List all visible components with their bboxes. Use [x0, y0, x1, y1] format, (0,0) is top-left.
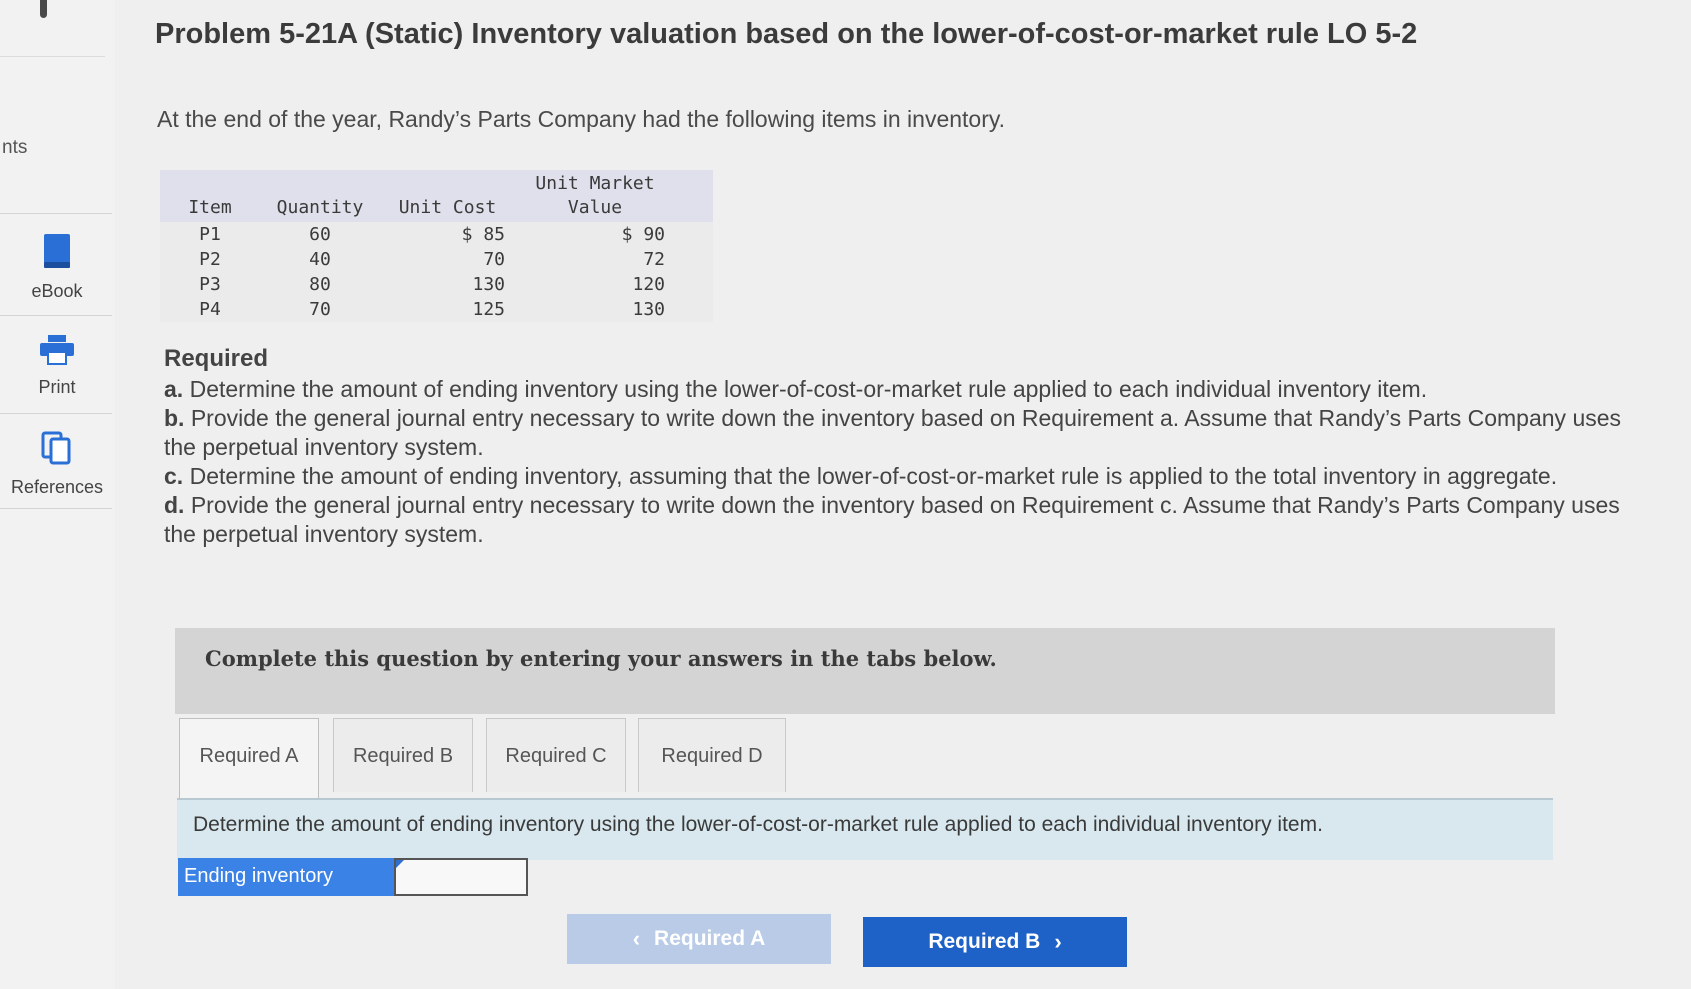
cell-unit-cost: 125 [380, 297, 515, 322]
cell-unit-market: 120 [515, 272, 713, 297]
printer-icon [0, 334, 114, 371]
sidebar-item-label: eBook [31, 281, 83, 301]
col-header-unit-cost: Unit Cost [380, 170, 515, 222]
cell-unit-cost: 70 [380, 247, 515, 272]
cell-item: P2 [160, 247, 260, 272]
col-header-unit-market: Unit Market Value [515, 170, 713, 222]
cell-item: P3 [160, 272, 260, 297]
tab-required-b[interactable]: Required B [333, 718, 473, 792]
requirement-text: Determine the amount of ending inventory… [189, 463, 1558, 489]
instruction-banner-text: Complete this question by entering your … [205, 646, 997, 671]
sidebar-partial-label: nts [2, 137, 28, 158]
requirement-text: Provide the general journal entry necess… [164, 405, 1622, 460]
table-header-row: Item Quantity Unit Cost Unit Market Value [160, 170, 713, 222]
book-icon [0, 232, 114, 275]
cell-unit-market: 72 [515, 247, 713, 272]
tab-required-d[interactable]: Required D [638, 718, 786, 792]
sidebar-item-ebook[interactable]: eBook [0, 232, 114, 302]
cell-item: P1 [160, 222, 260, 247]
requirement-letter: b. [164, 405, 185, 431]
col-header-unit-market-line2: Value [567, 197, 623, 218]
requirement-letter: a. [164, 376, 184, 402]
cell-quantity: 60 [260, 222, 380, 247]
chevron-left-icon: ‹ [632, 926, 641, 951]
sidebar-top-panel [0, 0, 105, 57]
table-row: P2 40 70 72 [160, 247, 713, 272]
col-header-quantity: Quantity [260, 170, 380, 222]
requirement-item: a. Determine the amount of ending invent… [164, 375, 1624, 404]
left-sidebar: nts eBook Print References [0, 0, 115, 989]
table-row: P1 60 $ 85 $ 90 [160, 222, 713, 247]
requirement-item: d. Provide the general journal entry nec… [164, 491, 1624, 549]
ending-inventory-input[interactable] [394, 858, 528, 896]
cell-unit-cost: 130 [380, 272, 515, 297]
prev-required-label: Required A [654, 927, 766, 950]
sidebar-divider [0, 315, 112, 316]
table-row: P4 70 125 130 [160, 297, 713, 322]
problem-intro: At the end of the year, Randy’s Parts Co… [157, 106, 1006, 132]
sidebar-item-label: Print [38, 377, 76, 397]
sidebar-divider [0, 413, 112, 414]
cell-unit-market: $ 90 [515, 222, 713, 247]
sidebar-item-label: References [10, 477, 104, 497]
tab-required-a[interactable]: Required A [179, 718, 319, 798]
sidebar-item-print[interactable]: Print [0, 334, 114, 398]
tab-instruction-bar: Determine the amount of ending inventory… [177, 798, 1553, 860]
inventory-table: Item Quantity Unit Cost Unit Market Value… [160, 170, 713, 322]
next-required-button[interactable]: Required B › [863, 917, 1127, 967]
requirements-heading: Required [164, 345, 269, 372]
instruction-banner: Complete this question by entering your … [175, 628, 1555, 714]
prev-required-button[interactable]: ‹ Required A [567, 914, 831, 964]
cell-quantity: 40 [260, 247, 380, 272]
chevron-right-icon: › [1054, 929, 1062, 954]
next-required-label: Required B [928, 930, 1041, 953]
sidebar-item-references[interactable]: References [0, 430, 114, 498]
sidebar-divider [0, 508, 112, 509]
sidebar-divider [0, 213, 112, 214]
col-header-unit-market-line1: Unit Market [535, 173, 655, 194]
tab-required-c[interactable]: Required C [486, 718, 626, 792]
ending-inventory-label: Ending inventory [178, 858, 394, 896]
sidebar-marker [40, 0, 47, 18]
requirement-letter: d. [164, 492, 185, 518]
requirement-text: Determine the amount of ending inventory… [189, 376, 1428, 402]
requirement-item: b. Provide the general journal entry nec… [164, 404, 1624, 462]
cell-unit-cost: $ 85 [380, 222, 515, 247]
cell-unit-market: 130 [515, 297, 713, 322]
requirement-letter: c. [164, 463, 184, 489]
tab-instruction-text: Determine the amount of ending inventory… [193, 813, 1323, 836]
table-row: P3 80 130 120 [160, 272, 713, 297]
page-title: Problem 5-21A (Static) Inventory valuati… [155, 18, 1418, 50]
col-header-item: Item [160, 170, 260, 222]
cell-quantity: 70 [260, 297, 380, 322]
input-flag-marker [396, 860, 404, 868]
cell-quantity: 80 [260, 272, 380, 297]
copy-pages-icon [0, 430, 114, 471]
cell-item: P4 [160, 297, 260, 322]
requirements-section: Required a. Determine the amount of endi… [164, 344, 1624, 549]
requirement-item: c. Determine the amount of ending invent… [164, 462, 1624, 491]
requirement-text: Provide the general journal entry necess… [164, 492, 1620, 547]
